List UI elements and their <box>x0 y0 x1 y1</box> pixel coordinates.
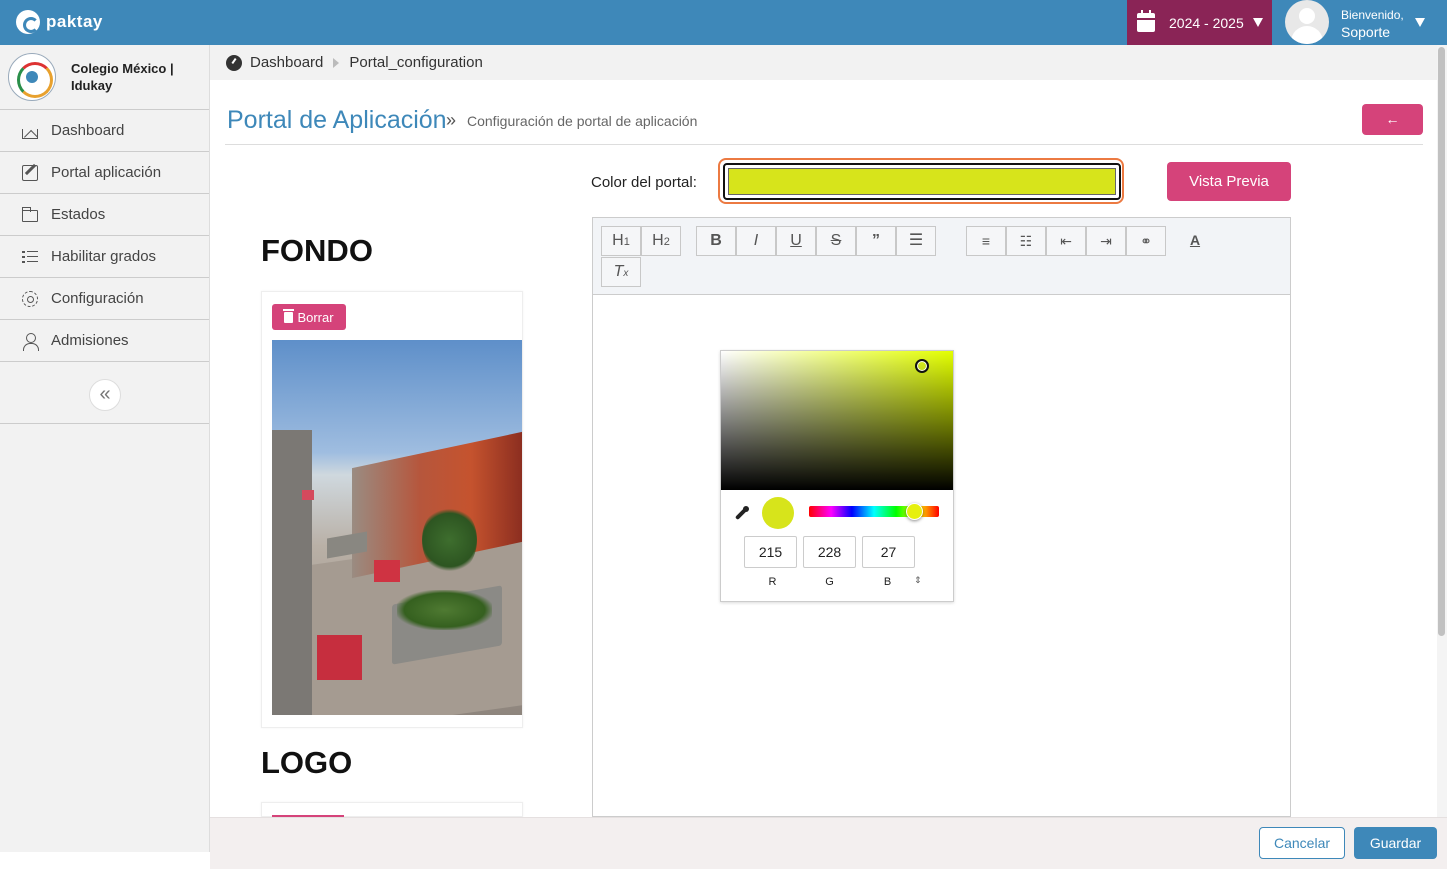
hue-slider-thumb[interactable] <box>906 503 923 520</box>
welcome-text: Bienvenido, <box>1341 8 1404 22</box>
title-separator: » <box>446 110 457 130</box>
breadcrumb-portal-configuration[interactable]: Portal_configuration <box>349 54 482 71</box>
sidebar-item-label: Portal aplicación <box>51 164 162 181</box>
page-title: Portal de Aplicación <box>227 106 447 134</box>
list-icon <box>22 249 38 265</box>
header-divider <box>225 144 1423 145</box>
brand-logo[interactable]: paktay <box>16 8 103 36</box>
brand-name: paktay <box>46 12 103 31</box>
school-logo <box>8 53 56 101</box>
logo-title: LOGO <box>261 745 353 780</box>
heading-1-button[interactable]: H1 <box>601 226 641 256</box>
ordered-list-button[interactable]: ≡ <box>966 226 1006 256</box>
color-portal-input[interactable] <box>723 163 1121 200</box>
underline-button[interactable]: U <box>776 226 816 256</box>
bullet-list-button[interactable]: ☷ <box>1006 226 1046 256</box>
school-name: Colegio México | Idukay <box>71 61 174 93</box>
calendar-icon <box>1137 10 1155 32</box>
sidebar-item-label: Estados <box>51 206 106 223</box>
blue-input[interactable]: 27 <box>862 536 915 568</box>
cancel-button[interactable]: Cancelar <box>1259 827 1345 859</box>
breadcrumb: Dashboard Portal_configuration <box>210 45 1437 80</box>
chevron-down-icon <box>1252 18 1263 27</box>
red-label: R <box>768 576 777 588</box>
italic-button[interactable]: I <box>736 226 776 256</box>
color-swatch <box>728 168 1116 195</box>
delete-background-button[interactable]: Borrar <box>272 304 346 330</box>
avatar <box>1285 0 1329 44</box>
sidebar-item-estados[interactable]: Estados <box>0 194 209 236</box>
strikethrough-button[interactable]: S <box>816 226 856 256</box>
user-name: Soporte <box>1341 24 1391 40</box>
color-picker: 215 228 27 R G B ⇕ <box>720 350 954 602</box>
breadcrumb-dashboard[interactable]: Dashboard <box>250 54 323 71</box>
color-mode-toggle-icon[interactable]: ⇕ <box>914 575 922 586</box>
school-year-label: 2024 - 2025 <box>1169 14 1244 31</box>
bold-button[interactable]: B <box>696 226 736 256</box>
red-input[interactable]: 215 <box>744 536 797 568</box>
edit-icon <box>22 164 38 181</box>
home-icon <box>22 128 38 139</box>
sidebar-item-label: Admisiones <box>51 332 129 349</box>
green-label: G <box>825 576 834 588</box>
horizontal-rule-button[interactable]: ☰ <box>896 226 936 256</box>
blue-label: B <box>883 576 892 588</box>
outdent-button[interactable]: ⇤ <box>1046 226 1086 256</box>
color-portal-label: Color del portal: <box>591 174 697 191</box>
sidebar-item-label: Configuración <box>51 290 144 307</box>
link-button[interactable]: ⚭ <box>1126 226 1166 256</box>
sidebar: Colegio México | Idukay Dashboard Portal… <box>0 45 210 852</box>
collapse-sidebar-button[interactable]: « <box>89 379 121 411</box>
saturation-cursor[interactable] <box>915 359 929 373</box>
top-bar: paktay 2024 - 2025 Bienvenido, Soporte <box>0 0 1447 45</box>
sidebar-item-label: Dashboard <box>51 122 125 139</box>
preview-button[interactable]: Vista Previa <box>1167 162 1291 201</box>
clear-format-button[interactable]: Tx <box>601 257 641 287</box>
eyedropper-icon[interactable] <box>735 506 749 520</box>
save-button[interactable]: Guardar <box>1354 827 1437 859</box>
text-color-button[interactable]: A <box>1175 226 1215 256</box>
editor-toolbar: H1 H2 B I U S ” ☰ ≡ ☷ ⇤ ⇥ ⚭ A Tx <box>593 218 1290 295</box>
brand-logo-icon <box>16 10 40 34</box>
gear-icon <box>22 290 38 307</box>
current-color-swatch <box>762 497 794 529</box>
school-year-selector[interactable]: 2024 - 2025 <box>1127 0 1272 45</box>
sidebar-item-portal-aplicacion[interactable]: Portal aplicación <box>0 152 209 194</box>
school-header: Colegio México | Idukay <box>0 45 209 110</box>
scrollbar-thumb[interactable] <box>1438 47 1445 636</box>
trash-icon <box>283 308 295 323</box>
chevron-down-icon <box>1415 18 1425 27</box>
sidebar-item-habilitar-grados[interactable]: Habilitar grados <box>0 236 209 278</box>
sidebar-item-dashboard[interactable]: Dashboard <box>0 110 209 152</box>
quote-button[interactable]: ” <box>856 226 896 256</box>
sidebar-item-admisiones[interactable]: Admisiones <box>0 320 209 362</box>
sidebar-item-configuracion[interactable]: Configuración <box>0 278 209 320</box>
folder-icon <box>21 206 38 222</box>
heading-2-button[interactable]: H2 <box>641 226 681 256</box>
user-icon <box>22 332 39 351</box>
sidebar-collapse-row: « <box>0 362 209 424</box>
indent-button[interactable]: ⇥ <box>1086 226 1126 256</box>
page-subtitle: Configuración de portal de aplicación <box>467 113 698 129</box>
fondo-title: FONDO <box>261 233 373 268</box>
back-button[interactable]: ← <box>1362 104 1423 135</box>
green-input[interactable]: 228 <box>803 536 856 568</box>
dashboard-icon <box>226 54 242 71</box>
breadcrumb-separator-icon <box>333 57 340 68</box>
delete-label: Borrar <box>297 309 334 325</box>
background-image <box>272 340 522 715</box>
user-menu[interactable]: Bienvenido, Soporte <box>1275 0 1447 45</box>
sidebar-item-label: Habilitar grados <box>51 248 157 265</box>
